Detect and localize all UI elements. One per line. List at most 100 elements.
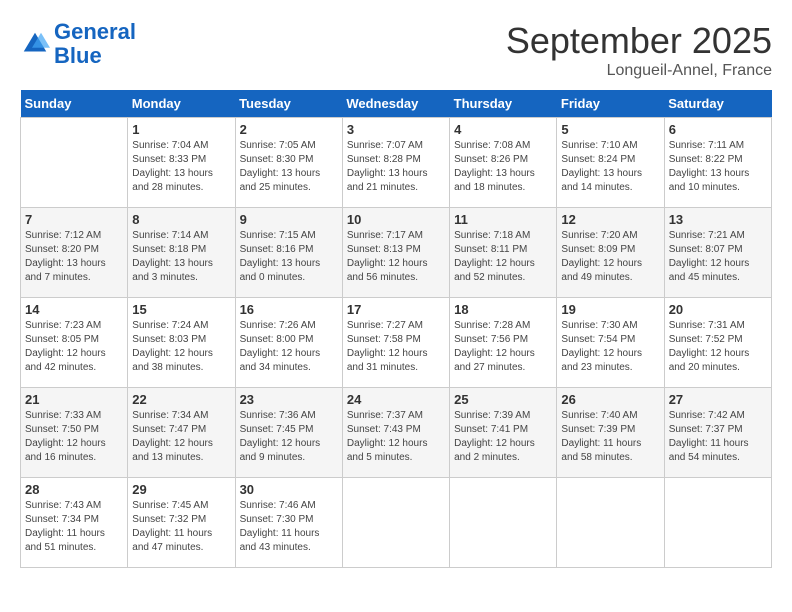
day-number: 26	[561, 392, 659, 407]
day-number: 27	[669, 392, 767, 407]
day-info: Sunrise: 7:17 AM Sunset: 8:13 PM Dayligh…	[347, 229, 445, 285]
day-number: 10	[347, 212, 445, 227]
day-info: Sunrise: 7:18 AM Sunset: 8:11 PM Dayligh…	[454, 229, 552, 285]
week-row-3: 14 Sunrise: 7:23 AM Sunset: 8:05 PM Dayli…	[21, 298, 772, 388]
day-number: 14	[25, 302, 123, 317]
day-info: Sunrise: 7:24 AM Sunset: 8:03 PM Dayligh…	[132, 319, 230, 375]
weekday-header-row: SundayMondayTuesdayWednesdayThursdayFrid…	[21, 90, 772, 118]
day-info: Sunrise: 7:10 AM Sunset: 8:24 PM Dayligh…	[561, 139, 659, 195]
day-number: 21	[25, 392, 123, 407]
calendar-cell: 1Sunrise: 7:04 AM Sunset: 8:33 PM Daylig…	[128, 118, 235, 208]
day-info: Sunrise: 7:26 AM Sunset: 8:00 PM Dayligh…	[240, 319, 338, 375]
day-number: 15	[132, 302, 230, 317]
day-number: 5	[561, 122, 659, 137]
day-info: Sunrise: 7:33 AM Sunset: 7:50 PM Dayligh…	[25, 409, 123, 465]
calendar-cell: 5 Sunrise: 7:10 AM Sunset: 8:24 PM Daylig…	[557, 118, 664, 208]
week-row-1: 1Sunrise: 7:04 AM Sunset: 8:33 PM Daylig…	[21, 118, 772, 208]
calendar-table: SundayMondayTuesdayWednesdayThursdayFrid…	[20, 90, 772, 568]
day-info: Sunrise: 7:40 AM Sunset: 7:39 PM Dayligh…	[561, 409, 659, 465]
day-number: 17	[347, 302, 445, 317]
day-number: 11	[454, 212, 552, 227]
calendar-cell	[557, 478, 664, 568]
calendar-cell: 26 Sunrise: 7:40 AM Sunset: 7:39 PM Dayli…	[557, 388, 664, 478]
day-number: 2	[240, 122, 338, 137]
calendar-cell: 16 Sunrise: 7:26 AM Sunset: 8:00 PM Dayli…	[235, 298, 342, 388]
day-info: Sunrise: 7:07 AM Sunset: 8:28 PM Dayligh…	[347, 139, 445, 195]
day-number: 18	[454, 302, 552, 317]
calendar-cell: 8 Sunrise: 7:14 AM Sunset: 8:18 PM Daylig…	[128, 208, 235, 298]
day-info: Sunrise: 7:45 AM Sunset: 7:32 PM Dayligh…	[132, 499, 230, 555]
day-number: 20	[669, 302, 767, 317]
calendar-cell: 20 Sunrise: 7:31 AM Sunset: 7:52 PM Dayli…	[664, 298, 771, 388]
day-number: 23	[240, 392, 338, 407]
day-info: Sunrise: 7:20 AM Sunset: 8:09 PM Dayligh…	[561, 229, 659, 285]
day-info: Sunrise: 7:31 AM Sunset: 7:52 PM Dayligh…	[669, 319, 767, 375]
calendar-cell: 13 Sunrise: 7:21 AM Sunset: 8:07 PM Dayli…	[664, 208, 771, 298]
calendar-cell: 23 Sunrise: 7:36 AM Sunset: 7:45 PM Dayli…	[235, 388, 342, 478]
day-info: Sunrise: 7:21 AM Sunset: 8:07 PM Dayligh…	[669, 229, 767, 285]
weekday-wednesday: Wednesday	[342, 90, 449, 118]
calendar-cell: 12Sunrise: 7:20 AM Sunset: 8:09 PM Dayli…	[557, 208, 664, 298]
day-info: Sunrise: 7:34 AM Sunset: 7:47 PM Dayligh…	[132, 409, 230, 465]
calendar-cell: 14 Sunrise: 7:23 AM Sunset: 8:05 PM Dayli…	[21, 298, 128, 388]
day-number: 7	[25, 212, 123, 227]
calendar-cell	[342, 478, 449, 568]
calendar-cell: 10 Sunrise: 7:17 AM Sunset: 8:13 PM Dayli…	[342, 208, 449, 298]
weekday-monday: Monday	[128, 90, 235, 118]
day-info: Sunrise: 7:04 AM Sunset: 8:33 PM Dayligh…	[132, 139, 230, 195]
day-number: 19	[561, 302, 659, 317]
calendar-cell: 24 Sunrise: 7:37 AM Sunset: 7:43 PM Dayli…	[342, 388, 449, 478]
day-number: 29	[132, 482, 230, 497]
day-number: 30	[240, 482, 338, 497]
location: Longueil-Annel, France	[506, 62, 772, 80]
calendar-cell: 3 Sunrise: 7:07 AM Sunset: 8:28 PM Daylig…	[342, 118, 449, 208]
day-number: 3	[347, 122, 445, 137]
weekday-saturday: Saturday	[664, 90, 771, 118]
day-number: 8	[132, 212, 230, 227]
day-info: Sunrise: 7:15 AM Sunset: 8:16 PM Dayligh…	[240, 229, 338, 285]
calendar-cell	[21, 118, 128, 208]
week-row-2: 7 Sunrise: 7:12 AM Sunset: 8:20 PM Daylig…	[21, 208, 772, 298]
day-number: 13	[669, 212, 767, 227]
day-info: Sunrise: 7:39 AM Sunset: 7:41 PM Dayligh…	[454, 409, 552, 465]
calendar-cell	[450, 478, 557, 568]
day-info: Sunrise: 7:05 AM Sunset: 8:30 PM Dayligh…	[240, 139, 338, 195]
logo-blue: Blue	[54, 43, 102, 68]
weekday-sunday: Sunday	[21, 90, 128, 118]
title-area: September 2025 Longueil-Annel, France	[506, 20, 772, 80]
calendar-cell	[664, 478, 771, 568]
month-title: September 2025	[506, 20, 772, 62]
calendar-cell: 9 Sunrise: 7:15 AM Sunset: 8:16 PM Daylig…	[235, 208, 342, 298]
day-number: 16	[240, 302, 338, 317]
logo: General Blue	[20, 20, 136, 68]
weekday-friday: Friday	[557, 90, 664, 118]
day-info: Sunrise: 7:30 AM Sunset: 7:54 PM Dayligh…	[561, 319, 659, 375]
calendar-cell: 17Sunrise: 7:27 AM Sunset: 7:58 PM Dayli…	[342, 298, 449, 388]
calendar-cell: 2 Sunrise: 7:05 AM Sunset: 8:30 PM Daylig…	[235, 118, 342, 208]
calendar-cell: 6Sunrise: 7:11 AM Sunset: 8:22 PM Daylig…	[664, 118, 771, 208]
day-info: Sunrise: 7:23 AM Sunset: 8:05 PM Dayligh…	[25, 319, 123, 375]
calendar-cell: 7 Sunrise: 7:12 AM Sunset: 8:20 PM Daylig…	[21, 208, 128, 298]
day-number: 24	[347, 392, 445, 407]
week-row-4: 21 Sunrise: 7:33 AM Sunset: 7:50 PM Dayli…	[21, 388, 772, 478]
day-info: Sunrise: 7:12 AM Sunset: 8:20 PM Dayligh…	[25, 229, 123, 285]
logo-general: General	[54, 19, 136, 44]
day-number: 25	[454, 392, 552, 407]
day-info: Sunrise: 7:28 AM Sunset: 7:56 PM Dayligh…	[454, 319, 552, 375]
day-info: Sunrise: 7:42 AM Sunset: 7:37 PM Dayligh…	[669, 409, 767, 465]
day-info: Sunrise: 7:14 AM Sunset: 8:18 PM Dayligh…	[132, 229, 230, 285]
logo-text: General Blue	[54, 20, 136, 68]
day-number: 9	[240, 212, 338, 227]
weekday-thursday: Thursday	[450, 90, 557, 118]
calendar-cell: 4Sunrise: 7:08 AM Sunset: 8:26 PM Daylig…	[450, 118, 557, 208]
calendar-cell: 30Sunrise: 7:46 AM Sunset: 7:30 PM Dayli…	[235, 478, 342, 568]
day-number: 22	[132, 392, 230, 407]
calendar-cell: 18 Sunrise: 7:28 AM Sunset: 7:56 PM Dayli…	[450, 298, 557, 388]
weekday-tuesday: Tuesday	[235, 90, 342, 118]
week-row-5: 28Sunrise: 7:43 AM Sunset: 7:34 PM Dayli…	[21, 478, 772, 568]
calendar-cell: 27 Sunrise: 7:42 AM Sunset: 7:37 PM Dayli…	[664, 388, 771, 478]
calendar-cell: 19 Sunrise: 7:30 AM Sunset: 7:54 PM Dayli…	[557, 298, 664, 388]
day-info: Sunrise: 7:37 AM Sunset: 7:43 PM Dayligh…	[347, 409, 445, 465]
page-header: General Blue September 2025 Longueil-Ann…	[20, 20, 772, 80]
day-info: Sunrise: 7:36 AM Sunset: 7:45 PM Dayligh…	[240, 409, 338, 465]
